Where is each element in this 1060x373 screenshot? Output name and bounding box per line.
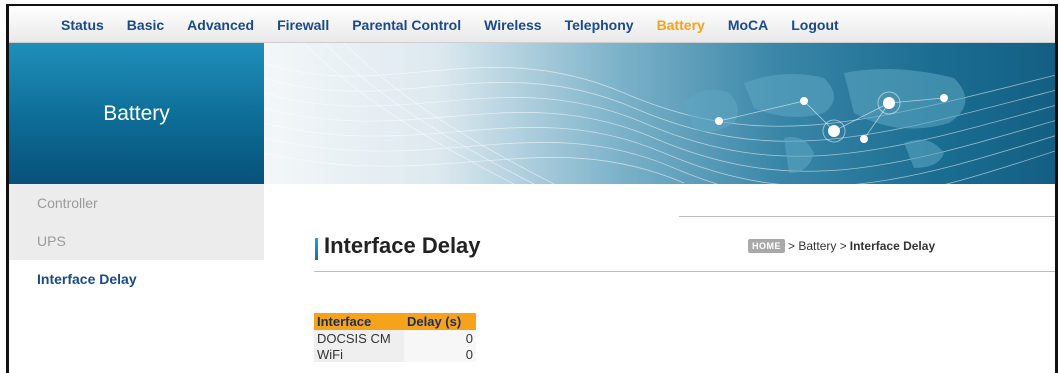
nav-parental-control[interactable]: Parental Control	[352, 17, 461, 33]
nav-battery[interactable]: Battery	[657, 17, 705, 33]
breadcrumb-separator: >	[839, 239, 847, 253]
header-banner: Battery	[9, 43, 1055, 184]
nav-status[interactable]: Status	[61, 17, 104, 33]
nav-basic[interactable]: Basic	[127, 17, 164, 33]
breadcrumb-separator: >	[788, 239, 796, 253]
sidebar-item-ups[interactable]: UPS	[9, 222, 264, 260]
divider	[679, 216, 1055, 217]
network-map-graphic	[264, 43, 1055, 184]
divider	[314, 271, 1055, 272]
delay-value: 0	[404, 330, 476, 346]
column-header-delay: Delay (s)	[404, 313, 476, 330]
table-row: WiFi 0	[314, 346, 476, 362]
section-title: Battery	[103, 101, 170, 125]
nav-wireless[interactable]: Wireless	[484, 17, 541, 33]
nav-moca[interactable]: MoCA	[728, 17, 768, 33]
page-frame: Status Basic Advanced Firewall Parental …	[6, 4, 1058, 373]
main-content: Interface Delay HOME > Battery > Interfa…	[264, 184, 1055, 373]
interface-delay-table: Interface Delay (s) DOCSIS CM 0 WiFi 0	[314, 313, 476, 362]
section-title-panel: Battery	[9, 43, 264, 184]
interface-name: DOCSIS CM	[314, 330, 404, 346]
page-title: Interface Delay	[324, 233, 481, 258]
column-header-interface: Interface	[314, 313, 404, 330]
table-header-row: Interface Delay (s)	[314, 313, 476, 330]
nav-telephony[interactable]: Telephony	[565, 17, 634, 33]
breadcrumb-current: Interface Delay	[849, 239, 936, 253]
nav-advanced[interactable]: Advanced	[187, 17, 254, 33]
breadcrumb-battery[interactable]: Battery	[798, 239, 836, 253]
nav-firewall[interactable]: Firewall	[277, 17, 329, 33]
world-map-banner-image	[264, 43, 1055, 184]
interface-name: WiFi	[314, 346, 404, 362]
title-accent-bar	[315, 238, 318, 260]
table-row: DOCSIS CM 0	[314, 330, 476, 346]
sidebar-item-interface-delay[interactable]: Interface Delay	[9, 260, 264, 298]
breadcrumb: HOME > Battery > Interface Delay	[748, 239, 935, 253]
nav-logout[interactable]: Logout	[791, 17, 838, 33]
sidebar: Controller UPS Interface Delay	[9, 184, 264, 373]
top-nav: Status Basic Advanced Firewall Parental …	[9, 6, 1055, 43]
delay-value: 0	[404, 346, 476, 362]
home-icon[interactable]: HOME	[748, 239, 785, 253]
sidebar-item-controller[interactable]: Controller	[9, 184, 264, 222]
